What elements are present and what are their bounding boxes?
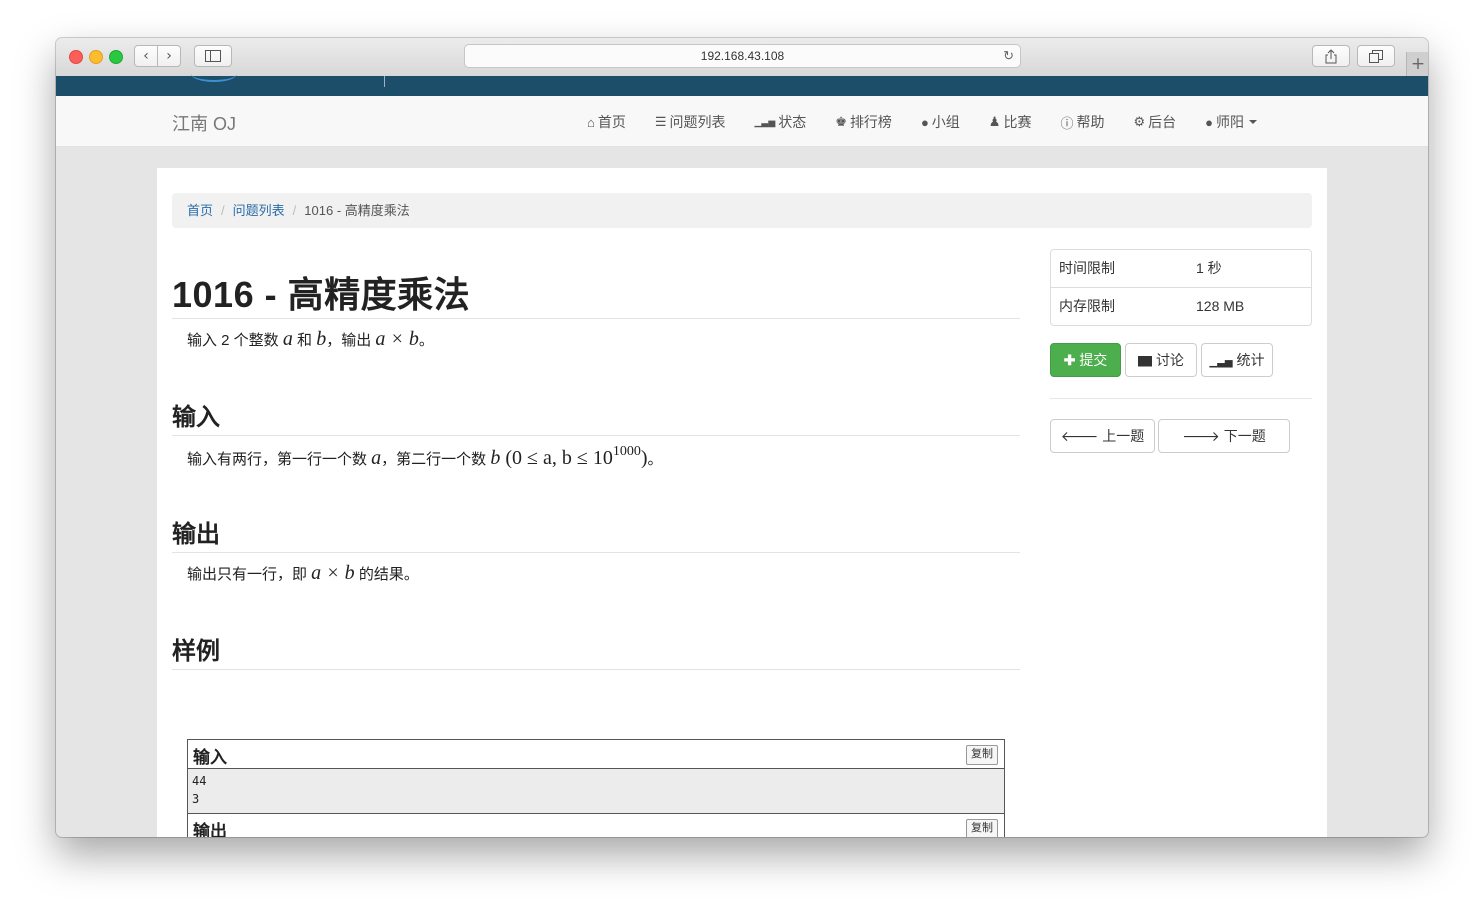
tabs-icon — [1369, 50, 1383, 63]
copy-output-button[interactable]: 复制 — [966, 819, 998, 837]
nav-item-6[interactable]: ⓘ 帮助 — [1060, 112, 1104, 132]
minimize-window-button[interactable] — [89, 50, 103, 64]
new-tab-button[interactable]: + — [1406, 52, 1428, 76]
next-problem-button[interactable]: 🡒 下一题 — [1158, 419, 1290, 453]
browser-window: ‹ › 192.168.43.108 ↻ + 江南 OJ ⌂ 首页 ☰ 问题列表… — [56, 38, 1428, 837]
prev-problem-button[interactable]: 🡐 上一题 — [1050, 419, 1155, 453]
site-header-strip — [56, 76, 1428, 96]
copy-input-button[interactable]: 复制 — [966, 745, 998, 765]
sample-table: 输入 复制 44 3 输出 复制 132 — [187, 739, 1005, 837]
user-icon: ● — [920, 114, 929, 130]
input-description: 输入有两行，第一行一个数 a，第二行一个数 b (0 ≤ a, b ≤ 1010… — [187, 444, 663, 469]
home-icon: ⌂ — [587, 114, 595, 130]
nav-item-label: 比赛 — [1003, 114, 1032, 130]
nav-item-0[interactable]: ⌂ 首页 — [587, 112, 626, 132]
content-container: 首页 / 问题列表/1016 - 高精度乘法 1016 - 高精度乘法 输入 2 个… — [157, 168, 1327, 837]
reload-icon[interactable]: ↻ — [1003, 45, 1014, 67]
sample-input-header: 输入 复制 — [188, 740, 1004, 769]
nav-item-label: 后台 — [1148, 114, 1177, 130]
stats-button[interactable]: ▁▃▅ 统计 — [1201, 343, 1273, 377]
sample-output-header: 输出 复制 — [188, 814, 1004, 837]
breadcrumb-home[interactable]: 首页 — [187, 203, 213, 218]
share-button[interactable] — [1312, 45, 1350, 67]
nav-item-5[interactable]: ♟ 比赛 — [989, 112, 1032, 132]
signal-icon: ▁▃▅ — [754, 116, 776, 127]
forward-button[interactable]: › — [157, 45, 181, 67]
tab-overview-button[interactable] — [1357, 45, 1395, 67]
nav-item-4[interactable]: ● 小组 — [921, 112, 960, 132]
nav-item-label: 排行榜 — [849, 114, 892, 130]
signal-icon: ▁▃▅ — [1209, 357, 1233, 368]
user-icon: ● — [1205, 114, 1213, 130]
sidebar-icon — [205, 50, 221, 62]
sidebar-toggle-button[interactable] — [194, 45, 232, 67]
sample-input-value: 44 3 — [188, 769, 1004, 814]
problem-sidebar: 时间限制 1 秒 内存限制 128 MB ✚ 提交 ▆ 讨论 ▁▃▅ 统计 🡐 … — [1050, 249, 1312, 453]
back-button[interactable]: ‹ — [134, 45, 158, 67]
nav-item-label: 小组 — [931, 114, 960, 130]
problem-description: 输入 2 个整数 a 和 b，输出 a × b。 — [187, 328, 434, 350]
nav-item-label: 帮助 — [1076, 114, 1105, 130]
arrow-right-icon: 🡒 — [1182, 428, 1220, 444]
nav-item-label: 师阳 — [1215, 114, 1244, 130]
time-limit-row: 时间限制 1 秒 — [1051, 250, 1311, 287]
nav-item-label: 首页 — [597, 114, 626, 130]
zoom-window-button[interactable] — [109, 50, 123, 64]
king-icon: ♚ — [835, 114, 847, 129]
logo-fragment — [191, 66, 237, 82]
nav-item-8[interactable]: ● 师阳 — [1205, 112, 1257, 132]
chevron-left-icon: ‹ — [143, 48, 149, 64]
chevron-right-icon: › — [166, 48, 172, 64]
pawn-icon: ♟ — [988, 114, 1001, 129]
url-text: 192.168.43.108 — [700, 49, 785, 63]
memory-limit-row: 内存限制 128 MB — [1051, 287, 1311, 325]
nav-links: ⌂ 首页 ☰ 问题列表 ▁▃▅ 状态 ♚ 排行榜 ● 小组 ♟ 比赛 ⓘ 帮助 ⚙ 后台 ● 师阳 — [587, 112, 1257, 132]
output-heading: 输出 — [172, 521, 220, 548]
input-heading: 输入 — [172, 404, 220, 431]
page-title: 1016 - 高精度乘法 — [172, 274, 471, 315]
time-limit-value: 1 秒 — [1196, 260, 1222, 276]
caret-down-icon — [1248, 120, 1257, 124]
nav-item-3[interactable]: ♚ 排行榜 — [835, 112, 892, 132]
output-description: 输出只有一行，即 a × b 的结果。 — [187, 562, 419, 584]
comment-icon: ▆ — [1138, 352, 1153, 368]
nav-item-7[interactable]: ⚙ 后台 — [1133, 112, 1176, 132]
sample-output-label: 输出 — [193, 822, 227, 837]
info-icon: ⓘ — [1060, 115, 1074, 131]
memory-limit-value: 128 MB — [1196, 298, 1245, 314]
share-icon — [1325, 49, 1337, 64]
discuss-button[interactable]: ▆ 讨论 — [1125, 343, 1197, 377]
nav-item-2[interactable]: ▁▃▅ 状态 — [755, 112, 807, 132]
breadcrumb: 首页 / 问题列表/1016 - 高精度乘法 — [172, 193, 1312, 228]
navbar: 江南 OJ ⌂ 首页 ☰ 问题列表 ▁▃▅ 状态 ♚ 排行榜 ● 小组 ♟ 比赛 ⓘ 帮助 ⚙ 后台 ● 师阳 — [56, 96, 1428, 147]
sample-input-label: 输入 — [193, 748, 227, 767]
list-icon: ☰ — [654, 114, 667, 129]
breadcrumb-current: 1016 - 高精度乘法 — [304, 203, 410, 218]
submit-button[interactable]: ✚ 提交 — [1050, 343, 1121, 377]
arrow-left-icon: 🡐 — [1060, 428, 1099, 444]
plus-icon: ✚ — [1063, 352, 1076, 368]
gear-icon: ⚙ — [1133, 114, 1146, 129]
limits-table: 时间限制 1 秒 内存限制 128 MB — [1050, 249, 1312, 326]
close-window-button[interactable] — [69, 50, 83, 64]
navbar-brand[interactable]: 江南 OJ — [172, 110, 236, 136]
nav-item-1[interactable]: ☰ 问题列表 — [655, 112, 726, 132]
nav-item-label: 问题列表 — [669, 114, 726, 130]
breadcrumb-problem-list[interactable]: 问题列表 — [233, 203, 285, 218]
browser-titlebar: ‹ › 192.168.43.108 ↻ + — [56, 38, 1428, 77]
address-bar[interactable]: 192.168.43.108 ↻ — [464, 44, 1021, 68]
sample-heading: 样例 — [172, 638, 220, 665]
nav-item-label: 状态 — [778, 114, 807, 130]
